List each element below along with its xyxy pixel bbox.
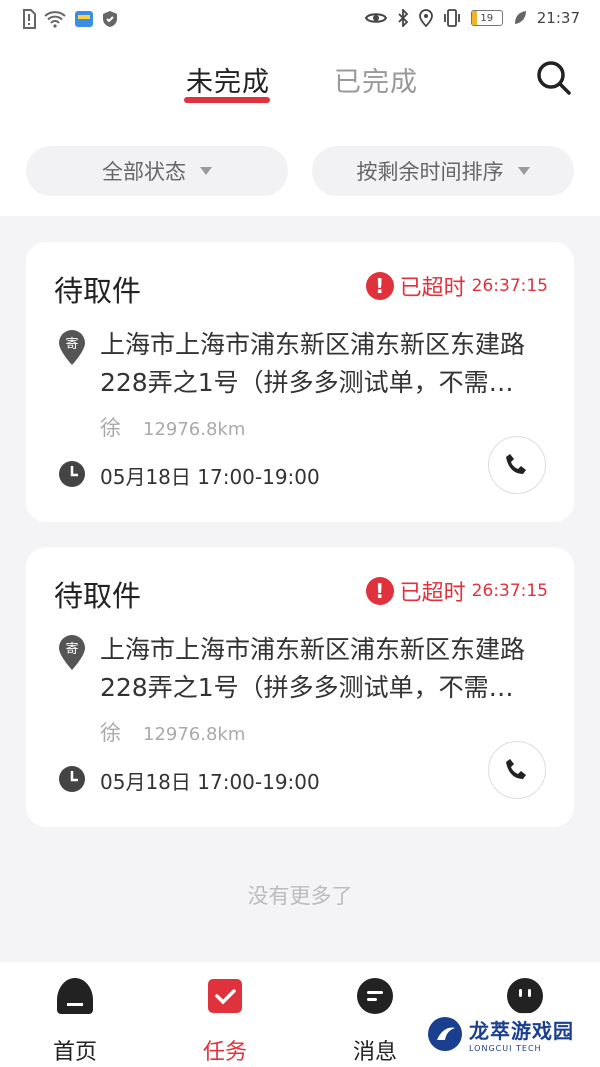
receiver-info: 徐 12976.8km xyxy=(100,412,245,442)
profile-icon xyxy=(507,978,543,1014)
shield-icon xyxy=(102,10,118,28)
order-card[interactable]: 待取件 ! 已超时 26:37:15 寄 上海市上海市浦东新区浦东新区东建路228… xyxy=(26,547,574,827)
battery-indicator: 19 xyxy=(470,10,503,26)
sim-alert-icon xyxy=(22,9,36,29)
clock-icon xyxy=(58,460,86,488)
nav-home[interactable]: 首页 xyxy=(15,976,135,1066)
nav-tasks-label: 任务 xyxy=(202,1040,247,1065)
order-address: 上海市上海市浦东新区浦东新区东建路228弄之1号（拼多多测试单，不需… xyxy=(100,635,526,702)
overdue-label: 已超时 xyxy=(399,276,466,301)
pin-badge-text: 寄 xyxy=(65,641,78,657)
pickup-time-window: 05月18日 17:00-19:00 xyxy=(100,770,320,794)
order-card[interactable]: 待取件 ! 已超时 26:37:15 寄 上海市上海市浦东新区浦东新区东建路228… xyxy=(26,242,574,522)
sender-pin-icon: 寄 xyxy=(58,635,86,671)
status-filter-label: 全部状态 xyxy=(102,160,186,184)
nav-tasks[interactable]: 任务 xyxy=(165,976,285,1066)
receiver-distance: 12976.8km xyxy=(143,724,246,745)
caret-down-icon xyxy=(517,167,530,175)
leaf-icon xyxy=(513,10,527,26)
tab-bar: 未完成 已完成 xyxy=(0,52,600,112)
status-bar: 19 21:37 xyxy=(0,0,600,40)
message-icon xyxy=(357,978,393,1014)
watermark-subtext: LONGCUI TECH xyxy=(469,1044,542,1053)
overdue-time: 26:37:15 xyxy=(471,276,548,296)
battery-fill xyxy=(471,11,478,25)
nav-home-label: 首页 xyxy=(52,1040,97,1065)
home-icon xyxy=(57,978,93,1014)
sort-dropdown[interactable]: 按剩余时间排序 xyxy=(312,146,574,196)
pin-badge-text: 寄 xyxy=(65,336,78,352)
clock-icon xyxy=(58,765,86,793)
nav-messages-label: 消息 xyxy=(352,1040,397,1065)
watermark-text: 龙萃游戏园 xyxy=(469,1019,574,1043)
overdue-time: 26:37:15 xyxy=(471,581,548,601)
battery-level: 19 xyxy=(480,12,494,24)
overdue-badge: ! 已超时 26:37:15 xyxy=(365,270,548,302)
eye-icon xyxy=(364,11,387,25)
caret-down-icon xyxy=(200,167,212,175)
search-button[interactable] xyxy=(534,58,574,98)
order-status: 待取件 xyxy=(54,274,142,308)
overdue-label: 已超时 xyxy=(399,581,466,606)
sender-pin-icon: 寄 xyxy=(58,330,86,366)
wifi-icon xyxy=(44,10,66,28)
location-icon xyxy=(418,9,433,27)
task-check-icon xyxy=(208,979,242,1013)
receiver-info: 徐 12976.8km xyxy=(100,717,245,747)
call-button[interactable] xyxy=(488,741,546,799)
pickup-time-window: 05月18日 17:00-19:00 xyxy=(100,465,320,489)
sort-label: 按剩余时间排序 xyxy=(356,160,504,184)
status-filter-dropdown[interactable]: 全部状态 xyxy=(26,146,288,196)
tab-incomplete[interactable]: 未完成 xyxy=(186,60,270,99)
bluetooth-icon xyxy=(397,9,409,27)
order-status: 待取件 xyxy=(54,579,142,613)
phone-icon xyxy=(506,759,526,779)
call-button[interactable] xyxy=(488,436,546,494)
clock-time: 21:37 xyxy=(536,9,580,27)
watermark: 龙萃游戏园 LONGCUI TECH xyxy=(421,1013,580,1055)
overdue-badge: ! 已超时 26:37:15 xyxy=(365,575,548,607)
nav-messages[interactable]: 消息 xyxy=(315,976,435,1066)
bottom-nav: 首页 任务 消息 龙萃游戏园 LONGCUI TECH xyxy=(0,962,600,1067)
no-more-text: 没有更多了 xyxy=(247,884,353,908)
alert-icon: ! xyxy=(365,272,394,300)
receiver-name: 徐 xyxy=(100,721,121,745)
app-notification-icon xyxy=(74,10,94,28)
vibrate-icon xyxy=(443,9,461,27)
receiver-name: 徐 xyxy=(100,416,121,440)
alert-icon: ! xyxy=(365,577,394,605)
receiver-distance: 12976.8km xyxy=(143,419,246,440)
search-icon xyxy=(537,61,571,95)
watermark-logo-icon xyxy=(428,1017,462,1051)
tab-completed[interactable]: 已完成 xyxy=(334,60,418,99)
tab-active-indicator xyxy=(184,97,270,103)
phone-icon xyxy=(506,454,526,474)
order-address: 上海市上海市浦东新区浦东新区东建路228弄之1号（拼多多测试单，不需… xyxy=(100,330,526,397)
